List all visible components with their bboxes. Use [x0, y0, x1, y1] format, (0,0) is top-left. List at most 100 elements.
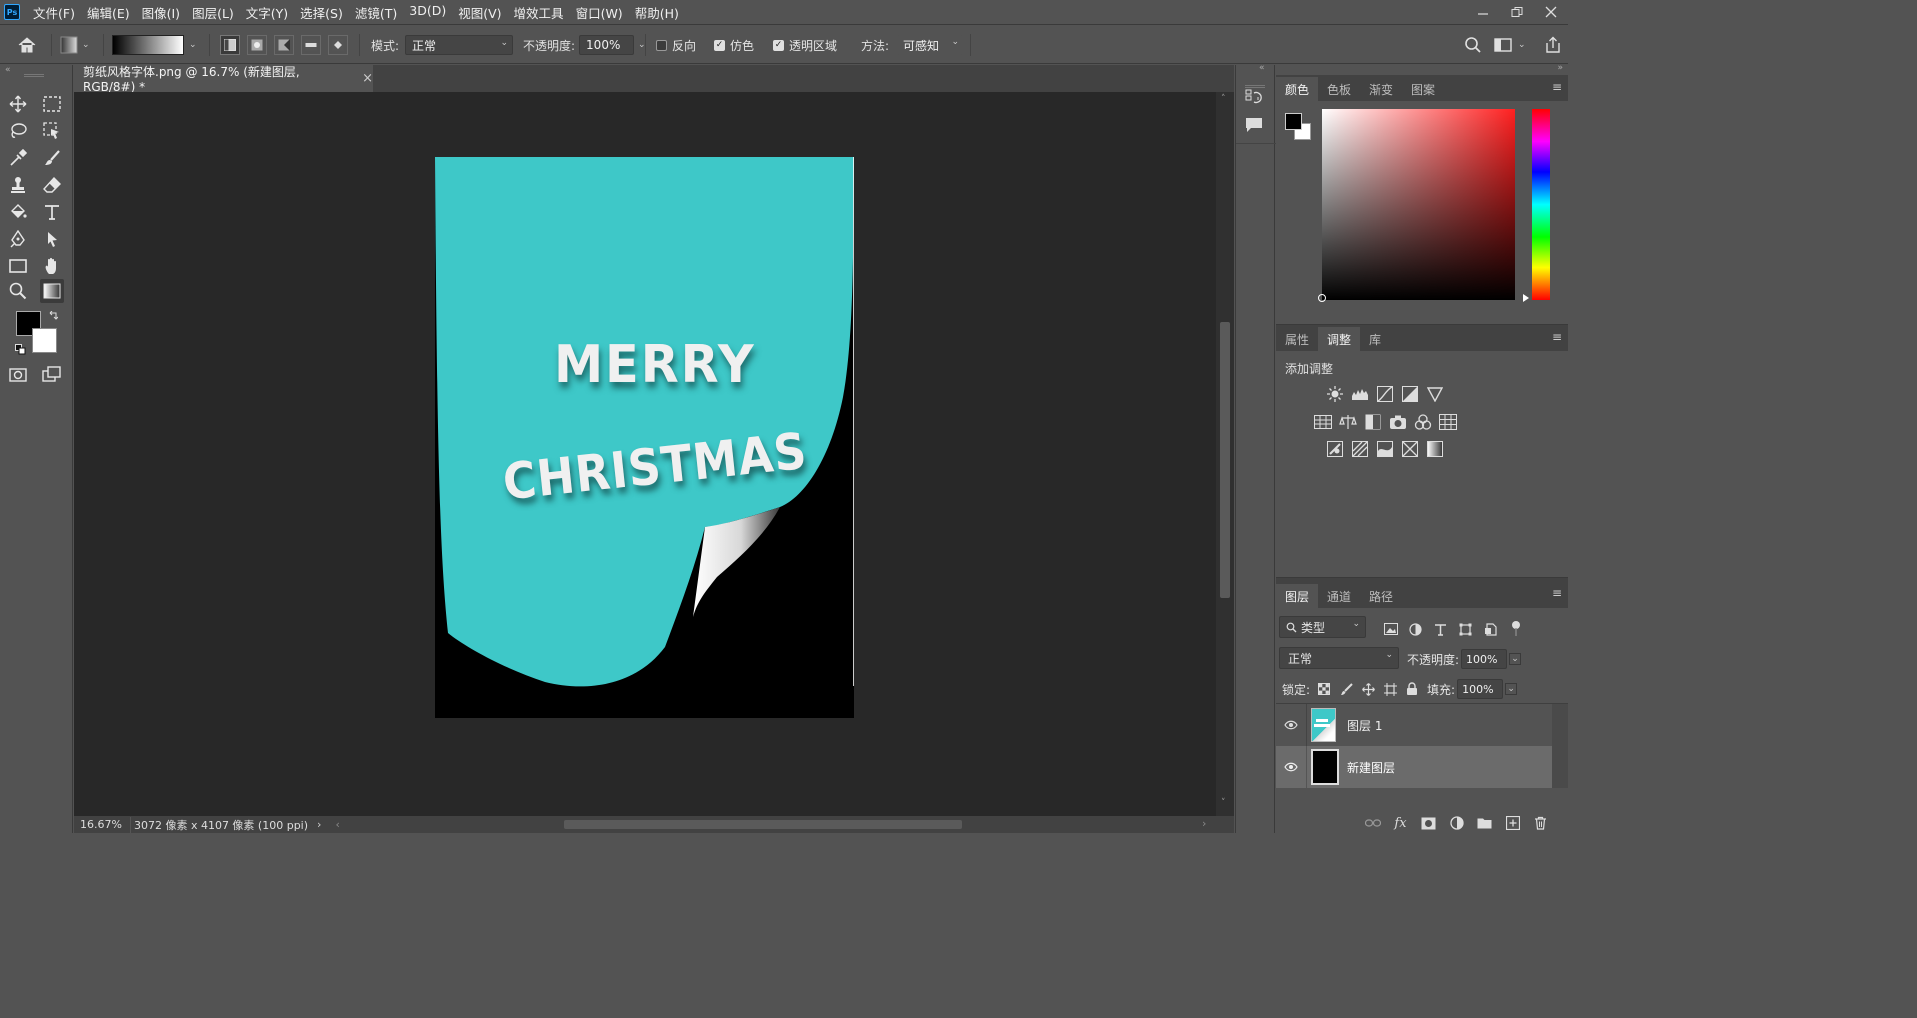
scroll-up-icon[interactable]: ˄ — [1221, 94, 1226, 104]
layers-scrollbar[interactable] — [1552, 704, 1568, 788]
collapse-arrows-icon[interactable]: « — [5, 65, 11, 75]
chevron-down-icon[interactable]: ⌄ — [1509, 653, 1522, 665]
collapse-arrows-icon[interactable]: « — [1259, 63, 1265, 73]
comments-panel-icon[interactable] — [1245, 117, 1263, 136]
type-tool-icon[interactable] — [40, 200, 64, 224]
visibility-eye-icon[interactable] — [1276, 762, 1306, 772]
layer-thumbnail[interactable] — [1311, 749, 1339, 785]
menu-image[interactable]: 图像(I) — [142, 3, 180, 22]
tab-swatches[interactable]: 色板 — [1318, 77, 1360, 101]
tab-properties[interactable]: 属性 — [1276, 327, 1318, 351]
linear-gradient-icon[interactable] — [220, 35, 240, 55]
background-color-swatch[interactable] — [32, 328, 57, 353]
quick-mask-icon[interactable] — [6, 363, 30, 387]
channel-mixer-icon[interactable] — [1410, 411, 1435, 433]
panel-foreground-swatch[interactable] — [1285, 113, 1302, 130]
chevron-down-icon[interactable]: ⌄ — [1518, 40, 1526, 50]
workspace-icon[interactable]: ⌄ — [1494, 25, 1526, 65]
transparency-check-icon[interactable]: ✓ — [773, 39, 784, 51]
menu-layer[interactable]: 图层(L) — [192, 3, 234, 22]
levels-icon[interactable] — [1347, 383, 1372, 405]
layer-style-fx-icon[interactable]: fx — [1389, 812, 1412, 834]
menu-filter[interactable]: 滤镜(T) — [355, 3, 397, 22]
color-balance-icon[interactable] — [1335, 411, 1360, 433]
chevron-down-icon[interactable]: ⌄ — [82, 40, 90, 50]
menu-select[interactable]: 选择(S) — [300, 3, 343, 22]
zoom-level[interactable]: 16.67% — [80, 818, 122, 831]
shape-layer-filter-icon[interactable] — [1456, 618, 1475, 640]
grip-icon[interactable] — [24, 74, 44, 77]
lock-all-icon[interactable] — [1401, 678, 1423, 700]
hue-slider[interactable] — [1532, 109, 1550, 300]
history-panel-icon[interactable] — [1245, 88, 1263, 109]
vertical-scroll-thumb[interactable] — [1220, 322, 1230, 598]
curves-icon[interactable] — [1372, 383, 1397, 405]
layer-row-selected[interactable]: 新建图层 — [1276, 746, 1552, 788]
layer-row[interactable]: 图层 1 — [1276, 704, 1552, 746]
canvas-area[interactable]: MERRY CHRISTMAS — [74, 92, 1216, 816]
link-layers-icon[interactable] — [1361, 812, 1384, 834]
menu-3d[interactable]: 3D(D) — [409, 3, 446, 22]
layer-thumbnail[interactable] — [1311, 708, 1336, 742]
panel-menu-icon[interactable]: ≡ — [1552, 80, 1562, 94]
gradient-tool-icon[interactable] — [40, 279, 64, 303]
layer-name[interactable]: 图层 1 — [1347, 717, 1382, 734]
tab-adjustments[interactable]: 调整 — [1318, 327, 1361, 351]
method-select[interactable]: 可感知 ⌄ — [897, 35, 964, 55]
scroll-left-icon[interactable]: ‹ — [335, 818, 339, 831]
swap-colors-icon[interactable] — [48, 310, 59, 324]
screen-mode-icon[interactable] — [40, 363, 64, 387]
exposure-icon[interactable] — [1397, 383, 1422, 405]
minimize-icon[interactable] — [1466, 0, 1500, 24]
new-layer-icon[interactable] — [1501, 812, 1524, 834]
pixel-layer-filter-icon[interactable] — [1381, 618, 1400, 640]
blend-mode-select[interactable]: 正常 ⌄ — [1279, 647, 1399, 669]
hue-saturation-icon[interactable] — [1310, 411, 1335, 433]
color-picker-handle[interactable] — [1318, 294, 1326, 302]
tab-libraries[interactable]: 库 — [1360, 327, 1390, 351]
tab-paths[interactable]: 路径 — [1360, 584, 1402, 608]
expand-arrows-icon[interactable]: » — [1557, 63, 1563, 73]
layer-name[interactable]: 新建图层 — [1347, 759, 1395, 776]
visibility-eye-icon[interactable] — [1276, 720, 1306, 730]
black-white-icon[interactable] — [1360, 411, 1385, 433]
gradient-tool-preset-icon[interactable]: ⌄ — [60, 25, 90, 65]
menu-edit[interactable]: 编辑(E) — [87, 3, 130, 22]
panel-menu-icon[interactable]: ≡ — [1552, 330, 1562, 344]
color-lookup-icon[interactable] — [1435, 411, 1460, 433]
scroll-down-icon[interactable]: ˅ — [1221, 798, 1226, 808]
diamond-gradient-icon[interactable] — [328, 35, 348, 55]
rectangle-tool-icon[interactable] — [6, 254, 30, 278]
saturation-brightness-field[interactable] — [1318, 109, 1515, 302]
radial-gradient-icon[interactable] — [247, 35, 267, 55]
layer-filter-select[interactable]: 类型 ⌄ — [1279, 616, 1366, 638]
default-colors-icon[interactable] — [15, 344, 26, 358]
scroll-right-icon[interactable]: › — [1202, 817, 1206, 830]
tab-color[interactable]: 颜色 — [1276, 77, 1319, 101]
filter-toggle-icon[interactable] — [1506, 618, 1525, 640]
path-select-tool-icon[interactable] — [40, 227, 64, 251]
transparency-checkbox[interactable]: ✓ 透明区域 — [773, 25, 837, 65]
lock-transparent-icon[interactable] — [1313, 678, 1335, 700]
menu-type[interactable]: 文字(Y) — [246, 3, 288, 22]
stamp-tool-icon[interactable] — [6, 173, 30, 197]
type-layer-filter-icon[interactable] — [1431, 618, 1450, 640]
document-tab[interactable]: 剪纸风格字体.png @ 16.7% (新建图层, RGB/8#) * × — [74, 65, 373, 94]
mode-select[interactable]: 正常 ⌄ — [405, 35, 514, 55]
search-icon[interactable] — [1464, 25, 1482, 65]
close-icon[interactable] — [1534, 0, 1568, 24]
invert-icon[interactable] — [1322, 438, 1347, 460]
lock-position-icon[interactable] — [1357, 678, 1379, 700]
layer-opacity-input[interactable]: 100% — [1461, 649, 1508, 669]
home-icon[interactable] — [17, 25, 37, 65]
paint-bucket-tool-icon[interactable] — [6, 200, 30, 224]
eyedropper-tool-icon[interactable] — [6, 146, 30, 170]
vibrance-icon[interactable] — [1422, 383, 1447, 405]
reverse-checkbox[interactable]: 反向 — [656, 25, 696, 65]
opacity-input[interactable]: 100% — [579, 35, 635, 55]
new-group-folder-icon[interactable] — [1473, 812, 1496, 834]
threshold-icon[interactable] — [1372, 438, 1397, 460]
lock-pixels-icon[interactable] — [1335, 678, 1357, 700]
delete-layer-trash-icon[interactable] — [1529, 812, 1552, 834]
new-adjustment-layer-icon[interactable] — [1445, 812, 1468, 834]
